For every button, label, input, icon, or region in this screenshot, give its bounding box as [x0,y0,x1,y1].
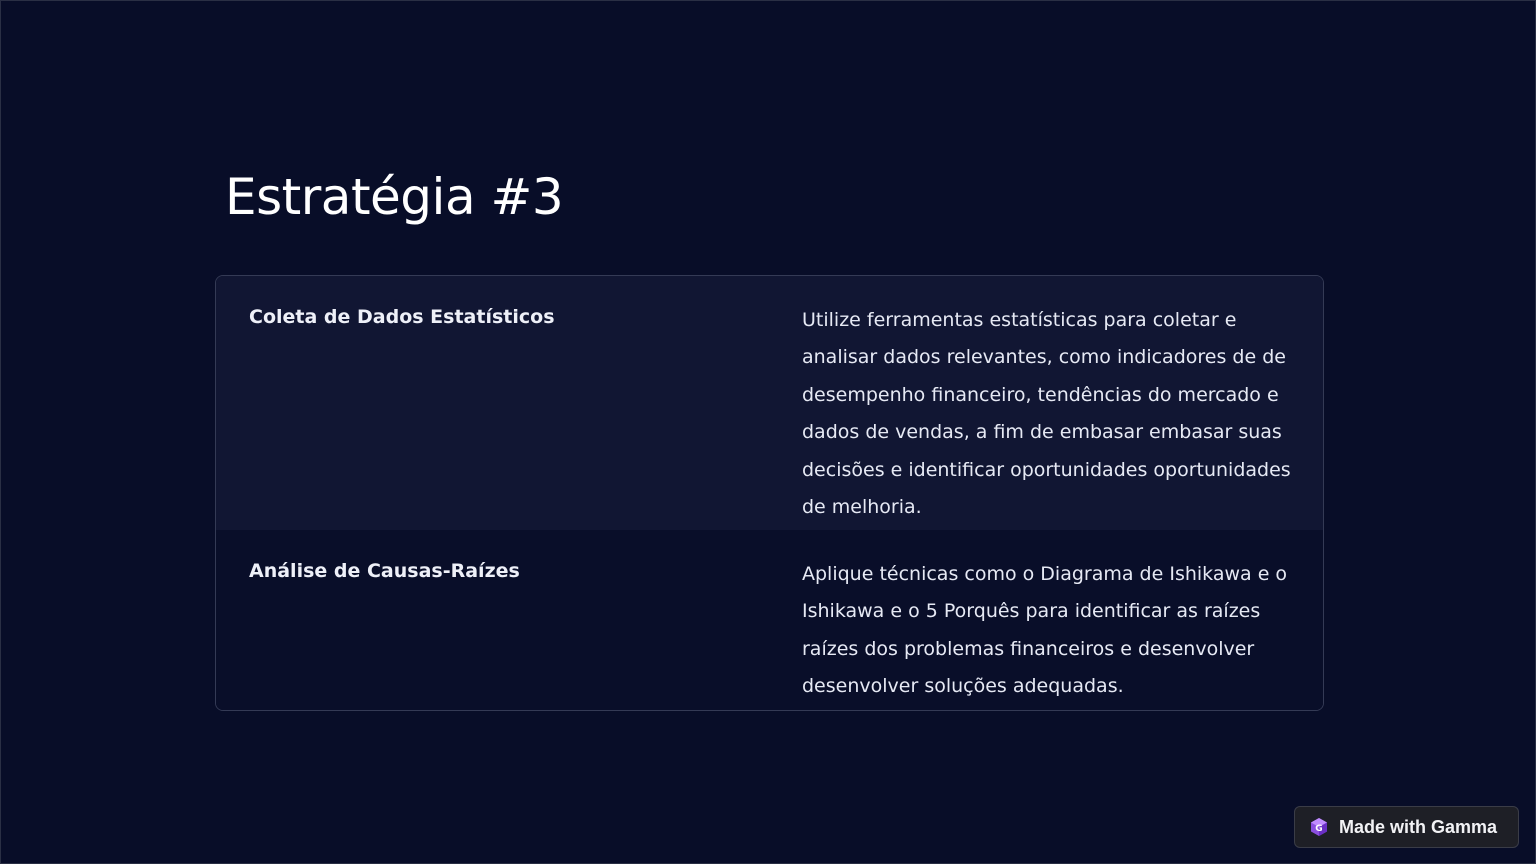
row-description: Utilize ferramentas estatísticas para co… [802,309,1291,519]
table-row: Análise de Causas-Raízes Aplique técnica… [216,530,1323,710]
slide: Estratégia #3 Coleta de Dados Estatístic… [0,0,1536,864]
row-label: Coleta de Dados Estatísticos [249,306,555,328]
strategy-table: Coleta de Dados Estatísticos Utilize fer… [215,275,1324,711]
made-with-gamma-badge[interactable]: G Made with Gamma [1294,806,1519,848]
gamma-logo-icon: G [1309,817,1329,837]
slide-title: Estratégia #3 [225,168,564,226]
row-description: Aplique técnicas como o Diagrama de Ishi… [802,563,1288,698]
badge-label: Made with Gamma [1339,816,1498,837]
svg-text:G: G [1315,824,1322,834]
table-row: Coleta de Dados Estatísticos Utilize fer… [216,276,1323,530]
row-label: Análise de Causas-Raízes [249,560,520,582]
